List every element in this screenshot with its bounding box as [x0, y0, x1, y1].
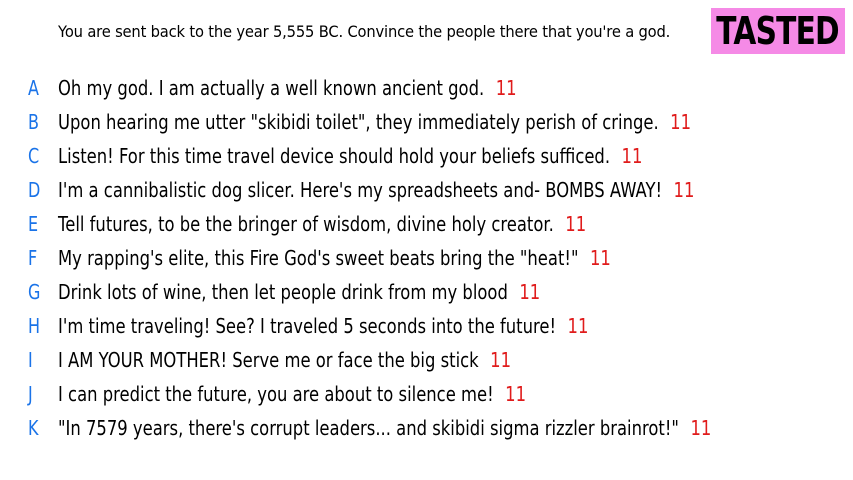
answer-letter: J [28, 382, 33, 406]
answer-text: My rapping's elite, this Fire God's swee… [58, 246, 579, 270]
answer-letter: I [28, 348, 33, 372]
answer-row-j[interactable]: J I can predict the future, you are abou… [0, 378, 853, 410]
tasted-badge-label: TASTED [716, 9, 840, 53]
answer-text: I AM YOUR MOTHER! Serve me or face the b… [58, 348, 479, 372]
answer-letter: K [28, 416, 39, 440]
answer-text: Tell futures, to be the bringer of wisdo… [58, 212, 554, 236]
answer-score: 11 [567, 314, 589, 338]
answer-row-g[interactable]: G Drink lots of wine, then let people dr… [0, 276, 853, 308]
answer-text: I'm time traveling! See? I traveled 5 se… [58, 314, 557, 338]
answer-letter: F [28, 246, 38, 270]
answer-letter: D [28, 178, 41, 202]
answer-text: Drink lots of wine, then let people drin… [58, 280, 508, 304]
answer-row-e[interactable]: E Tell futures, to be the bringer of wis… [0, 208, 853, 240]
answer-score: 11 [673, 178, 695, 202]
answer-score: 11 [490, 348, 512, 372]
answer-text: I can predict the future, you are about … [58, 382, 494, 406]
answer-score: 11 [690, 416, 712, 440]
answer-row-k[interactable]: K "In 7579 years, there's corrupt leader… [0, 412, 853, 444]
tasted-badge: TASTED [711, 8, 845, 54]
answer-score: 11 [589, 246, 611, 270]
answer-letter: G [28, 280, 41, 304]
answer-score: 11 [505, 382, 527, 406]
answer-text: Upon hearing me utter "skibidi toilet", … [58, 110, 659, 134]
answer-text: "In 7579 years, there's corrupt leaders.… [58, 416, 679, 440]
answer-score: 11 [495, 76, 517, 100]
answer-row-a[interactable]: A Oh my god. I am actually a well known … [0, 72, 853, 104]
answer-score: 11 [621, 144, 643, 168]
answer-letter: E [28, 212, 39, 236]
answer-letter: C [28, 144, 40, 168]
answer-row-f[interactable]: F My rapping's elite, this Fire God's sw… [0, 242, 853, 274]
answer-letter: B [28, 110, 39, 134]
answer-score: 11 [565, 212, 587, 236]
answer-score: 11 [519, 280, 541, 304]
answer-row-d[interactable]: D I'm a cannibalistic dog slicer. Here's… [0, 174, 853, 206]
answer-text: Listen! For this time travel device shou… [58, 144, 611, 168]
answer-letter: H [28, 314, 41, 338]
answer-row-c[interactable]: C Listen! For this time travel device sh… [0, 140, 853, 172]
prompt-text: You are sent back to the year 5,555 BC. … [58, 22, 671, 41]
answer-row-b[interactable]: B Upon hearing me utter "skibidi toilet"… [0, 106, 853, 138]
answer-row-i[interactable]: I I AM YOUR MOTHER! Serve me or face the… [0, 344, 853, 376]
answer-text: Oh my god. I am actually a well known an… [58, 76, 485, 100]
answer-score: 11 [670, 110, 692, 134]
answer-text: I'm a cannibalistic dog slicer. Here's m… [58, 178, 663, 202]
answer-letter: A [28, 76, 39, 100]
answer-row-h[interactable]: H I'm time traveling! See? I traveled 5 … [0, 310, 853, 342]
